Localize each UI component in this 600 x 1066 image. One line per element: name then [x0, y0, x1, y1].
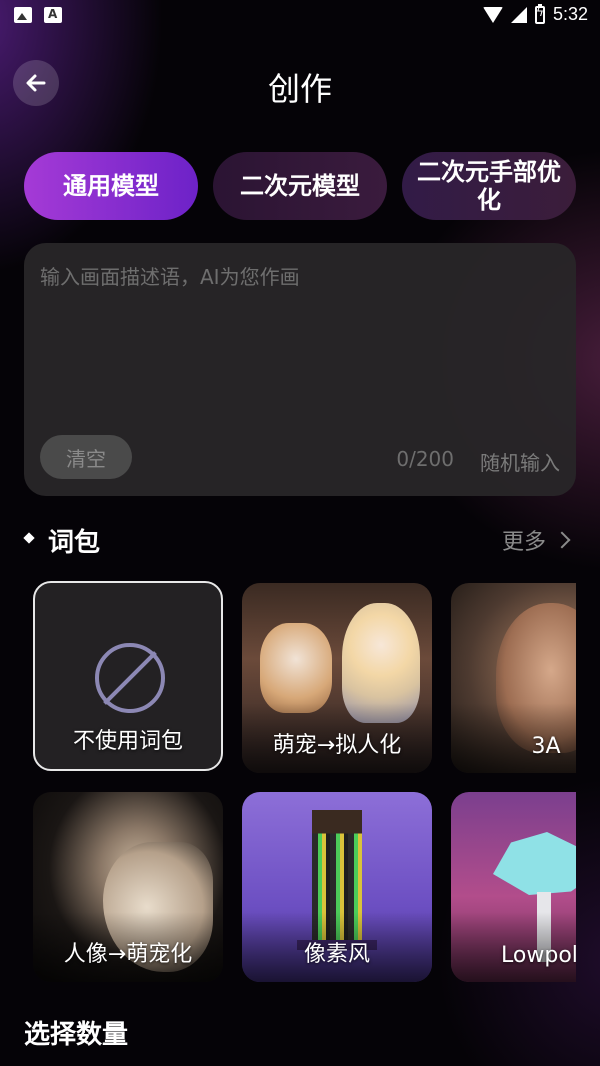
word-pack-card-none[interactable]: 不使用词包 — [33, 581, 223, 771]
lowpoly-tree-image — [493, 832, 576, 895]
section-bullet-icon — [23, 532, 35, 544]
random-input-button[interactable]: 随机输入 — [480, 447, 560, 476]
clear-button[interactable]: 清空 — [40, 435, 132, 479]
card-label: Lowpoly — [501, 943, 576, 968]
word-pack-card-3a[interactable]: 3A — [451, 583, 576, 773]
word-pack-grid: 不使用词包 萌宠→拟人化 3A 人像→萌宠化 像素风 Lowpoly — [24, 580, 576, 982]
chevron-right-icon — [553, 531, 571, 549]
card-label: 不使用词包 — [72, 729, 183, 754]
char-count: 0/200 — [396, 447, 454, 471]
more-link[interactable]: 更多 — [501, 524, 571, 556]
card-label: 像素风 — [303, 942, 370, 967]
battery-charging-icon — [534, 3, 545, 24]
word-pack-card-pixel[interactable]: 像素风 — [242, 792, 432, 982]
status-left-icons — [14, 7, 62, 23]
status-bar: 5:32 — [0, 0, 600, 32]
signal-icon — [510, 6, 527, 23]
word-pack-card-lowpoly[interactable]: Lowpoly — [451, 792, 576, 982]
prompt-input[interactable] — [40, 261, 560, 411]
wifi-icon — [482, 6, 503, 23]
cat-image — [260, 623, 332, 713]
tab-anime-hand-optimization[interactable]: 二次元手部优化 — [402, 152, 576, 220]
tab-general-model[interactable]: 通用模型 — [24, 152, 198, 220]
word-pack-card-portrait-pet[interactable]: 人像→萌宠化 — [33, 792, 223, 982]
prompt-box: 清空 0/200 随机输入 — [24, 243, 576, 496]
text-notification-icon — [44, 7, 62, 23]
image-notification-icon — [14, 7, 32, 23]
quantity-title: 选择数量 — [24, 1020, 129, 1050]
word-pack-title: 词包 — [48, 528, 101, 558]
status-time: 5:32 — [552, 4, 588, 24]
word-pack-card-pet-anthro[interactable]: 萌宠→拟人化 — [242, 583, 432, 773]
page-title: 创作 — [267, 70, 332, 108]
card-label: 萌宠→拟人化 — [272, 733, 402, 758]
tab-anime-model[interactable]: 二次元模型 — [213, 152, 387, 220]
more-label: 更多 — [501, 530, 546, 555]
no-entry-icon — [95, 643, 165, 713]
status-right-icons: 5:32 — [482, 3, 588, 25]
card-label: 人像→萌宠化 — [63, 942, 193, 967]
card-label: 3A — [531, 734, 561, 759]
